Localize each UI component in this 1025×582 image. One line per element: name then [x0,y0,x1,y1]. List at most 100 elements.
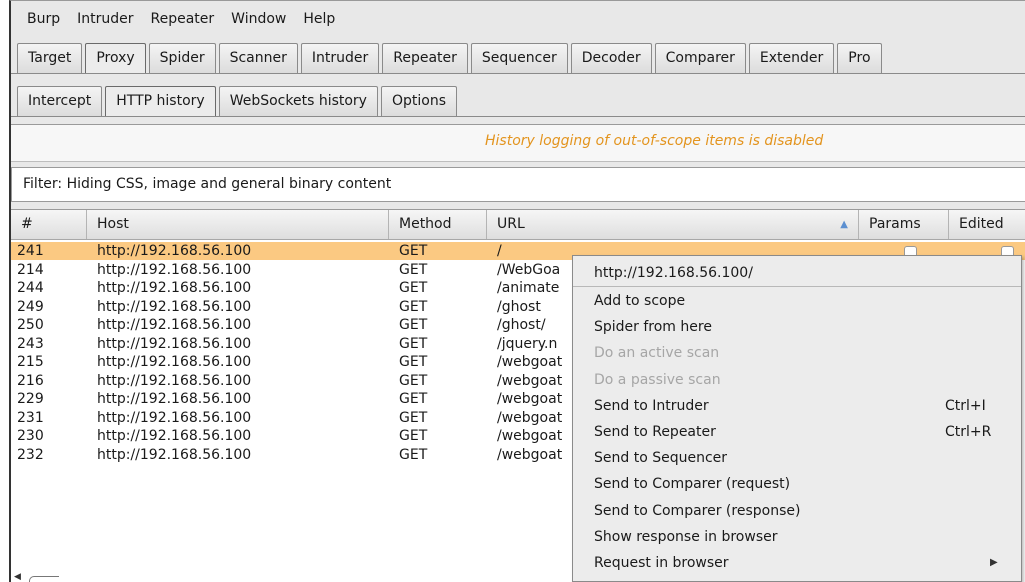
cell-url: /webgoat [497,446,563,463]
menu-item-add-to-scope[interactable]: Add to scope [573,288,1021,314]
column-header-host[interactable]: Host [87,210,389,239]
menu-item-send-to-intruder[interactable]: Send to Intruder Ctrl+I [573,393,1021,419]
cell-url: / [497,243,502,259]
cell-num: 216 [17,372,44,389]
menu-item-label: Do an active scan [594,345,720,362]
cell-method: GET [399,243,428,259]
cell-url: /jquery.n [497,335,558,352]
menu-item-label: Spider from here [594,319,712,336]
column-header-edited[interactable]: Edited [949,210,1025,239]
cell-url: /ghost/ [497,317,546,333]
tab-proxy[interactable]: Proxy [85,43,146,73]
cell-method: GET [399,428,428,444]
tab-repeater[interactable]: Repeater [382,43,468,73]
menu-item-label: Send to Repeater [594,424,716,440]
tab-scanner[interactable]: Scanner [218,43,298,73]
tab-comparer[interactable]: Comparer [654,43,746,73]
cell-host: http://192.168.56.100 [97,335,252,352]
cell-num: 232 [17,446,44,463]
menu-item-spider-from-here[interactable]: Spider from here [573,314,1021,340]
scrollbar-thumb[interactable] [29,576,59,582]
cell-method: GET [399,280,428,296]
menu-item-send-to-comparer-request[interactable]: Send to Comparer (request) [573,471,1021,497]
column-header-num[interactable]: # [11,210,87,239]
menu-item-send-to-comparer-response[interactable]: Send to Comparer (response) [573,498,1021,524]
subtab-options[interactable]: Options [380,86,457,116]
scope-warning-text: History logging of out-of-scope items is… [485,133,824,149]
menu-item-help[interactable]: Help [291,7,340,31]
cell-host: http://192.168.56.100 [97,243,252,259]
cell-host: http://192.168.56.100 [97,354,252,370]
menu-item-do-a-passive-scan: Do a passive scan [573,367,1021,393]
column-header-params[interactable]: Params [859,210,949,239]
menu-item-burp[interactable]: Burp [11,7,65,31]
scope-warning-bar: History logging of out-of-scope items is… [11,124,1025,162]
cell-num: 241 [17,243,44,259]
table-header: # Host Method URL ▲ Params Edited [11,210,1025,240]
tab-spider[interactable]: Spider [148,43,216,73]
divider [11,116,1025,117]
cell-url: /webgoat [497,391,563,407]
menu-item-label: Send to Sequencer [594,450,728,467]
divider [11,73,1025,74]
cell-method: GET [399,261,428,278]
column-header-url[interactable]: URL ▲ [487,210,859,239]
menu-item-show-response-in-browser[interactable]: Show response in browser [573,524,1021,550]
subtab-intercept[interactable]: Intercept [17,86,103,116]
tab-extender[interactable]: Extender [748,43,835,73]
cell-num: 215 [17,354,44,370]
cell-num: 249 [17,298,44,315]
scroll-left-icon[interactable]: ◀ [14,572,21,582]
menu-item-label: Send to Intruder [594,397,709,414]
tab-sequencer[interactable]: Sequencer [470,43,568,73]
filter-bar[interactable]: Filter: Hiding CSS, image and general bi… [11,167,1025,202]
menu-item-label: Show response in browser [594,528,778,545]
tab-target[interactable]: Target [17,43,83,73]
menu-item-send-to-sequencer[interactable]: Send to Sequencer [573,445,1021,471]
cell-host: http://192.168.56.100 [97,261,252,278]
filter-text: Filter: Hiding CSS, image and general bi… [23,176,392,192]
cell-method: GET [399,298,428,315]
cell-method: GET [399,335,428,352]
menu-item-window[interactable]: Window [219,7,291,31]
cell-host: http://192.168.56.100 [97,446,252,463]
tab-intruder[interactable]: Intruder [300,43,380,73]
cell-host: http://192.168.56.100 [97,298,252,315]
cell-method: GET [399,372,428,389]
menu-item-do-an-active-scan: Do an active scan [573,340,1021,366]
context-menu-separator [573,286,1021,287]
cell-num: 229 [17,391,44,407]
cell-host: http://192.168.56.100 [97,428,252,444]
submenu-arrow-icon: ▶ [990,557,998,568]
menu-bar: Burp Intruder Repeater Window Help [11,7,340,31]
cell-method: GET [399,354,428,370]
proxy-sub-tab-row: Intercept HTTP history WebSockets history O… [17,86,460,116]
tab-decoder[interactable]: Decoder [570,43,652,73]
cell-url: /webgoat [497,409,563,426]
subtab-http-history[interactable]: HTTP history [105,86,216,116]
cell-host: http://192.168.56.100 [97,391,252,407]
cell-url: /animate [497,280,560,296]
column-header-method[interactable]: Method [389,210,487,239]
cell-url: /webgoat [497,354,563,370]
cell-url: /WebGoa [497,261,561,278]
shortcut-label: Ctrl+R [945,424,992,440]
menu-item-repeater[interactable]: Repeater [139,7,220,31]
cell-num: 243 [17,335,44,352]
subtab-websockets-history[interactable]: WebSockets history [218,86,378,116]
cell-host: http://192.168.56.100 [97,280,252,296]
shortcut-label: Ctrl+I [945,397,986,414]
menu-item-label: Send to Comparer (response) [594,502,801,519]
sort-ascending-icon: ▲ [840,219,848,230]
menu-item-send-to-repeater[interactable]: Send to Repeater Ctrl+R [573,419,1021,445]
cell-url: /ghost [497,298,541,315]
cell-num: 244 [17,280,44,296]
cell-method: GET [399,409,428,426]
horizontal-scrollbar[interactable]: ◀ [11,572,71,582]
context-menu-header: http://192.168.56.100/ [594,265,753,281]
menu-item-label: Add to scope [594,293,686,309]
menu-item-request-in-browser[interactable]: Request in browser ▶ [573,550,1021,576]
menu-item-intruder[interactable]: Intruder [65,7,138,31]
tab-pro[interactable]: Pro [837,43,882,73]
cell-method: GET [399,446,428,463]
